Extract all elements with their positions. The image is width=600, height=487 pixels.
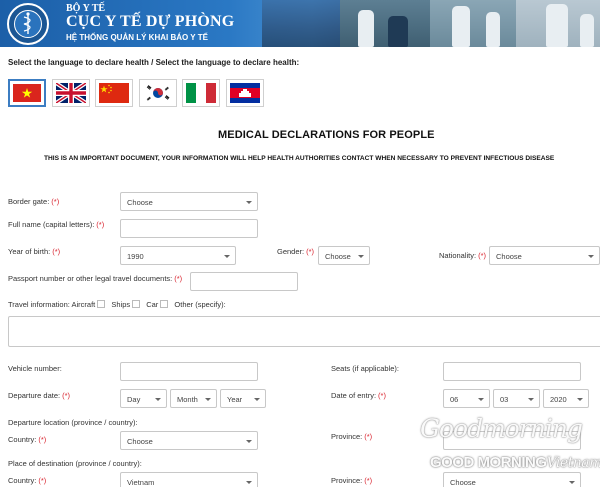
- form-notice: THIS IS AN IMPORTANT DOCUMENT, YOUR INFO…: [44, 155, 555, 162]
- passport-label: Passport number or other legal travel do…: [8, 274, 183, 283]
- departure-day-select[interactable]: Day: [120, 389, 167, 408]
- system-name: HỆ THỐNG QUẢN LÝ KHAI BÁO Y TẾ: [66, 33, 208, 42]
- full-name-input[interactable]: [120, 219, 258, 238]
- header-banner: BỘ Y TẾ CỤC Y TẾ DỰ PHÒNG HỆ THỐNG QUẢN …: [0, 0, 600, 47]
- other-label: Other (specify):: [174, 300, 226, 309]
- banner-photo: [430, 0, 516, 47]
- language-title: Select the language to declare health / …: [8, 58, 300, 67]
- travel-details-textarea[interactable]: [8, 316, 600, 347]
- vehicle-number-label: Vehicle number:: [8, 364, 62, 373]
- gender-select[interactable]: Choose: [318, 246, 370, 265]
- vietnam-flag-icon[interactable]: [8, 79, 46, 107]
- cambodia-flag-icon[interactable]: [226, 79, 264, 107]
- destination-country-label: Country: (*): [8, 476, 47, 485]
- seats-input[interactable]: [443, 362, 581, 381]
- korea-flag-icon[interactable]: [139, 79, 177, 107]
- entry-year-select[interactable]: 2020: [543, 389, 589, 408]
- entry-month-select[interactable]: 03: [493, 389, 540, 408]
- vehicle-number-input[interactable]: [120, 362, 258, 381]
- banner-photo: [262, 0, 340, 47]
- full-name-label: Full name (capital letters): (*): [8, 220, 105, 229]
- nationality-select[interactable]: Choose: [489, 246, 600, 265]
- ships-checkbox[interactable]: [132, 300, 141, 308]
- banner-photo: [340, 0, 430, 47]
- passport-input[interactable]: [190, 272, 298, 291]
- travel-info-label: Travel information:: [8, 300, 70, 309]
- departure-country-select[interactable]: Choose: [120, 431, 258, 450]
- destination-heading: Place of destination (province / country…: [8, 459, 142, 468]
- destination-province-select[interactable]: Choose: [443, 472, 581, 487]
- departure-year-select[interactable]: Year: [220, 389, 266, 408]
- banner-photo: [516, 0, 600, 47]
- ships-label: Ships: [111, 300, 131, 309]
- departure-location-heading: Departure location (province / country):: [8, 418, 138, 427]
- entry-day-select[interactable]: 06: [443, 389, 490, 408]
- date-of-entry-label: Date of entry: (*): [331, 391, 386, 400]
- aircraft-label: Aircraft: [71, 300, 96, 309]
- year-of-birth-label: Year of birth: (*): [8, 247, 61, 256]
- ministry-logo-icon[interactable]: [7, 3, 49, 45]
- car-label: Car: [146, 300, 159, 309]
- travel-info-row: Travel information: Aircraft Ships Car O…: [8, 300, 226, 309]
- car-checkbox[interactable]: [160, 300, 169, 308]
- china-flag-icon[interactable]: [95, 79, 133, 107]
- destination-province-label: Province: (*): [331, 476, 373, 485]
- aircraft-checkbox[interactable]: [97, 300, 106, 308]
- departure-date-label: Departure date: (*): [8, 391, 71, 400]
- watermark-script: Goodmorning: [420, 414, 583, 443]
- destination-country-select[interactable]: Vietnam: [120, 472, 258, 487]
- form-title: MEDICAL DECLARATIONS FOR PEOPLE: [218, 129, 435, 141]
- border-gate-select[interactable]: Choose: [120, 192, 258, 211]
- nationality-label: Nationality: (*): [439, 251, 487, 260]
- departure-province-label: Province: (*): [331, 432, 373, 441]
- border-gate-label: Border gate: (*): [8, 197, 60, 206]
- departure-country-label: Country: (*): [8, 435, 47, 444]
- united-kingdom-flag-icon[interactable]: [52, 79, 90, 107]
- departure-month-select[interactable]: Month: [170, 389, 217, 408]
- department-name: CỤC Y TẾ DỰ PHÒNG: [66, 13, 235, 30]
- watermark-logo: GOOD MORNINGVietnam: [430, 454, 600, 471]
- italy-flag-icon[interactable]: [182, 79, 220, 107]
- gender-label: Gender: (*): [277, 247, 315, 256]
- seats-label: Seats (if applicable):: [331, 364, 399, 373]
- year-of-birth-select[interactable]: 1990: [120, 246, 236, 265]
